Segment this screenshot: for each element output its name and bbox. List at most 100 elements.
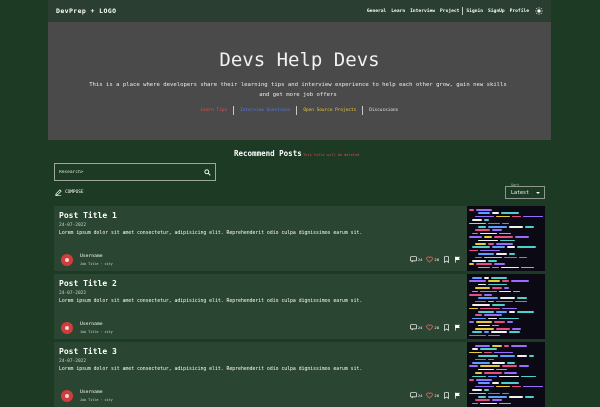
code-line — [496, 368, 507, 371]
sort-select[interactable]: Latest — [505, 186, 545, 199]
code-line — [475, 215, 494, 218]
post-card[interactable]: Post Title 1 24-07-2022 Lorem ipsum dolo… — [54, 206, 545, 271]
avatar[interactable] — [61, 322, 73, 334]
code-line — [472, 290, 478, 293]
post-excerpt: Lorem ipsum dolor sit amet consectetur, … — [59, 299, 363, 304]
nav-general[interactable]: General — [367, 9, 386, 14]
comment-count: 24 — [417, 393, 423, 398]
bookmark-icon[interactable] — [443, 256, 450, 263]
post-actions: 24 28 — [410, 324, 461, 331]
bookmark-icon[interactable] — [443, 324, 450, 331]
code-line — [502, 392, 509, 395]
link-interview-questions[interactable]: Interview Questions — [234, 108, 296, 113]
post-username[interactable]: Username — [80, 390, 103, 395]
code-line — [500, 239, 515, 242]
post-actions: 24 28 — [410, 392, 461, 399]
post-card[interactable]: Post Title 3 24-07-2022 Lorem ipsum dolo… — [54, 342, 545, 407]
heart-icon[interactable] — [426, 392, 434, 399]
comment-icon[interactable] — [410, 256, 417, 263]
code-line — [504, 372, 517, 374]
nav-signup[interactable]: SignUp — [488, 9, 505, 14]
code-line — [484, 372, 502, 374]
post-username[interactable]: Username — [80, 254, 103, 259]
post-excerpt: Lorem ipsum dolor sit amet consectetur, … — [59, 367, 363, 372]
chevron-down-icon — [536, 191, 540, 194]
post-title[interactable]: Post Title 1 — [59, 211, 117, 220]
code-line — [469, 263, 474, 265]
post-thumbnail-code — [467, 206, 545, 271]
code-line — [519, 256, 527, 259]
code-line — [496, 328, 510, 330]
nav-signin[interactable]: Signin — [466, 9, 483, 14]
code-line — [504, 256, 517, 259]
post-title[interactable]: Post Title 2 — [59, 279, 117, 288]
code-line — [472, 260, 486, 262]
code-line — [521, 375, 536, 378]
post-username[interactable]: Username — [80, 322, 103, 327]
post-job-title: Job Title · city — [80, 262, 113, 266]
code-line — [517, 355, 527, 357]
code-line — [488, 358, 494, 361]
code-line — [475, 300, 486, 303]
code-line — [499, 290, 511, 293]
code-line — [491, 331, 507, 333]
like-count: 28 — [434, 325, 439, 330]
avatar[interactable] — [61, 390, 73, 402]
code-line — [504, 287, 509, 289]
code-line — [488, 283, 507, 286]
link-open-source-projects[interactable]: Open Source Projects — [297, 108, 362, 113]
code-line — [478, 253, 494, 255]
comment-icon[interactable] — [410, 392, 417, 399]
nav-profile[interactable]: Profile — [510, 9, 529, 14]
code-line — [501, 382, 519, 384]
nav-learn[interactable]: Learn — [391, 9, 405, 14]
nav-interview[interactable]: Interview — [410, 9, 435, 14]
bookmark-icon[interactable] — [443, 392, 450, 399]
code-line — [499, 402, 511, 405]
post-card[interactable]: Post Title 2 24-07-2022 Lorem ipsum dolo… — [54, 274, 545, 339]
code-line — [523, 385, 543, 388]
avatar[interactable] — [61, 254, 73, 266]
search-input[interactable] — [59, 169, 199, 175]
code-line — [501, 212, 519, 214]
flag-icon[interactable] — [454, 324, 461, 331]
code-line — [492, 362, 505, 364]
code-line — [472, 219, 482, 221]
code-line — [484, 277, 489, 279]
code-line — [475, 358, 486, 361]
compose-button[interactable]: COMPOSE — [55, 189, 84, 196]
code-line — [509, 226, 523, 228]
code-line — [478, 266, 490, 269]
nav-project[interactable]: Project — [440, 9, 459, 14]
link-discussions[interactable]: Discussions — [363, 108, 404, 113]
heart-icon[interactable] — [426, 256, 434, 263]
code-line — [478, 311, 494, 313]
code-line — [517, 297, 527, 299]
code-line — [494, 351, 513, 354]
code-line — [469, 294, 482, 296]
heart-icon[interactable] — [426, 324, 434, 331]
code-line — [488, 243, 494, 245]
link-learn-tips[interactable]: Learn Tips — [195, 108, 233, 113]
code-line — [492, 229, 502, 231]
code-line — [496, 215, 510, 218]
logo[interactable]: DevPrep + LOGO — [56, 7, 116, 15]
post-title[interactable]: Post Title 3 — [59, 347, 117, 356]
nav-divider — [462, 7, 464, 15]
search-icon[interactable] — [204, 168, 211, 176]
comment-icon[interactable] — [410, 324, 417, 331]
code-line — [488, 300, 494, 303]
flag-icon[interactable] — [454, 392, 461, 399]
code-line — [476, 321, 492, 323]
code-line — [475, 229, 490, 231]
code-line — [484, 351, 492, 354]
code-line — [492, 382, 499, 384]
sun-icon[interactable] — [535, 7, 543, 15]
code-line — [475, 328, 494, 330]
flag-icon[interactable] — [454, 256, 461, 263]
code-line — [472, 277, 482, 279]
app-frame: DevPrep + LOGO General Learn Interview P… — [48, 0, 551, 407]
code-line — [488, 226, 507, 228]
code-line — [512, 385, 521, 388]
code-line — [502, 280, 509, 282]
